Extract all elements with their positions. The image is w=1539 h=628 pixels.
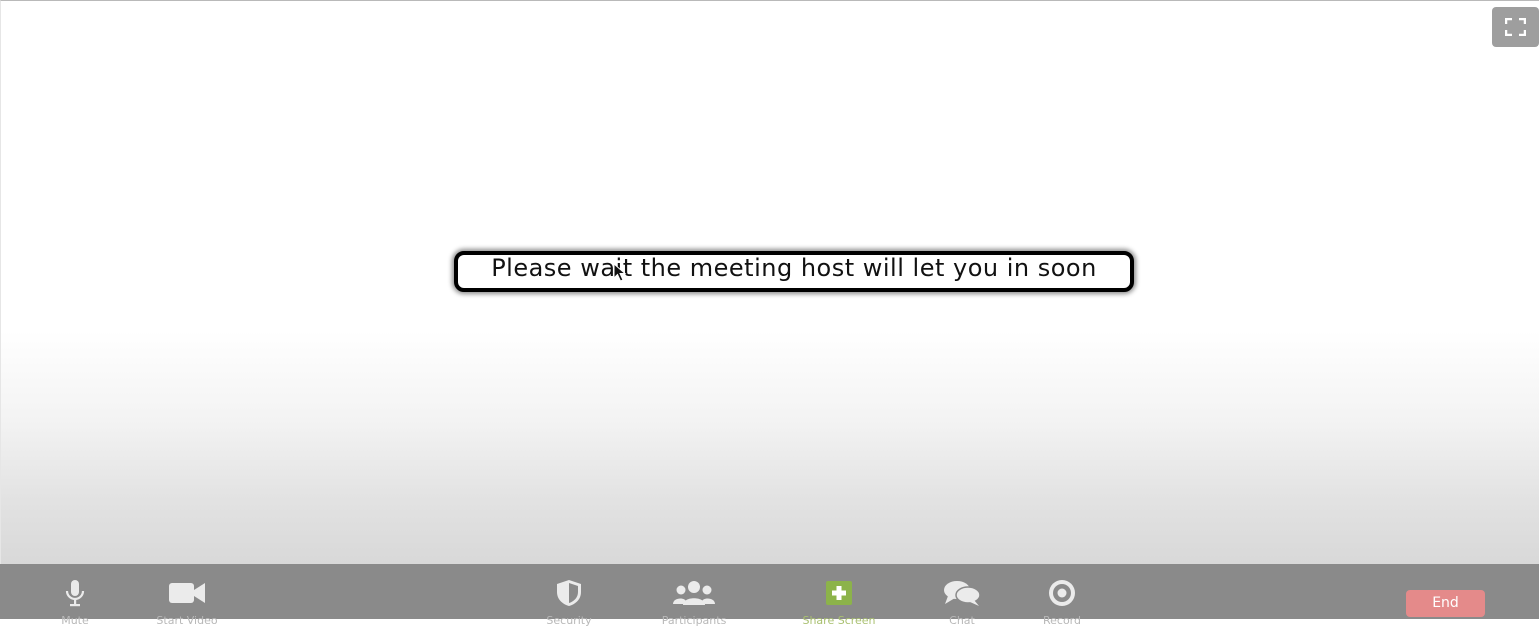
fullscreen-icon [1505,18,1526,36]
security-button[interactable]: Security [509,564,629,627]
share-screen-icon [826,581,852,605]
microphone-icon [65,580,85,607]
participants-icon [673,581,715,605]
participants-label: Participants [661,614,727,627]
meeting-stage: Please wait the meeting host will let yo… [0,0,1539,564]
security-label: Security [546,614,592,627]
video-camera-icon [169,583,205,603]
record-button[interactable]: Record [1002,564,1122,627]
record-icon [1049,580,1075,606]
record-label: Record [1042,614,1081,627]
participants-button[interactable]: Participants [634,564,754,627]
share-screen-button[interactable]: Share Screen [779,564,899,627]
mute-button[interactable]: Mute [15,564,135,627]
waiting-message: Please wait the meeting host will let yo… [491,254,1097,282]
start-video-button[interactable]: Start Video [127,564,247,627]
fullscreen-button[interactable] [1492,7,1539,47]
chat-icon [944,581,981,606]
share-screen-label: Share Screen [802,614,876,627]
start-video-label: Start Video [156,614,218,627]
meeting-toolbar: Mute Start Video Security Participants S… [0,564,1539,627]
shield-icon [557,580,581,606]
mute-label: Mute [61,614,89,627]
mouse-cursor-icon [613,263,627,282]
end-meeting-button[interactable]: End [1406,590,1485,617]
